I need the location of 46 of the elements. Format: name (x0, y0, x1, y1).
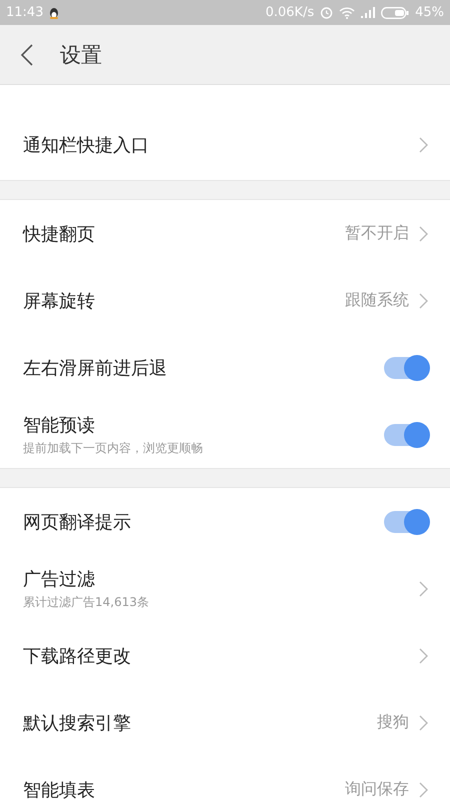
setting-label: 网页翻译提示 (23, 510, 132, 534)
wifi-icon (339, 6, 356, 18)
chevron-icon (419, 137, 428, 153)
penguin-icon (49, 6, 60, 18)
chevron-icon (419, 292, 428, 308)
setting-label: 屏幕旋转 (23, 290, 96, 312)
chevron-icon (419, 782, 428, 798)
toggle-switch[interactable] (384, 356, 428, 378)
setting-description: 提前加载下一页内容，浏览更顺畅 (23, 440, 204, 456)
settings-row[interactable]: 智能填表 询问保存 (0, 756, 450, 800)
battery-icon (381, 6, 410, 18)
network-speed: 0.06K/s (265, 5, 314, 20)
settings-row[interactable]: 左右滑屏前进后退 (0, 334, 450, 401)
setting-value: 暂不开启 (345, 223, 409, 244)
settings-row[interactable]: 网页翻译提示 (0, 488, 450, 555)
settings-row[interactable]: 智能预读 提前加载下一页内容，浏览更顺畅 (0, 401, 450, 468)
settings-row[interactable]: 快捷翻页 暂不开启 (0, 200, 450, 267)
setting-label: 智能预读 (23, 414, 96, 436)
setting-label: 下载路径更改 (23, 644, 132, 668)
setting-label: 左右滑屏前进后退 (23, 356, 168, 380)
back-icon (20, 42, 34, 66)
chevron-icon (419, 226, 428, 242)
setting-label: 广告过滤 (23, 568, 96, 590)
setting-value: 询问保存 (345, 779, 409, 800)
alarm-icon (320, 6, 334, 19)
status-time: 11:43 (6, 5, 44, 20)
settings-row[interactable]: 广告过滤 累计过滤广告14,613条 (0, 555, 450, 622)
settings-row[interactable]: 默认搜索引擎 搜狗 (0, 689, 450, 756)
setting-label: 通知栏快捷入口 (23, 134, 150, 157)
settings-row[interactable]: 通知栏快捷入口 (0, 110, 450, 180)
setting-value: 跟随系统 (345, 290, 409, 311)
toggle-switch[interactable] (384, 424, 428, 446)
signal-icon (361, 7, 376, 18)
settings-row[interactable]: 屏幕旋转 跟随系统 (0, 267, 450, 334)
chevron-icon (419, 648, 428, 664)
setting-description: 累计过滤广告14,613条 (23, 594, 150, 610)
setting-label: 智能填表 (23, 778, 96, 800)
chevron-icon (419, 714, 428, 730)
setting-value: 搜狗 (377, 712, 409, 733)
setting-label: 快捷翻页 (23, 222, 96, 246)
battery-level: 45% (415, 5, 444, 20)
settings-row[interactable]: 下载路径更改 (0, 622, 450, 689)
page-title: 设置 (60, 42, 102, 68)
chevron-icon (419, 580, 428, 596)
setting-label: 默认搜索引擎 (23, 712, 132, 734)
toggle-switch[interactable] (384, 510, 428, 532)
